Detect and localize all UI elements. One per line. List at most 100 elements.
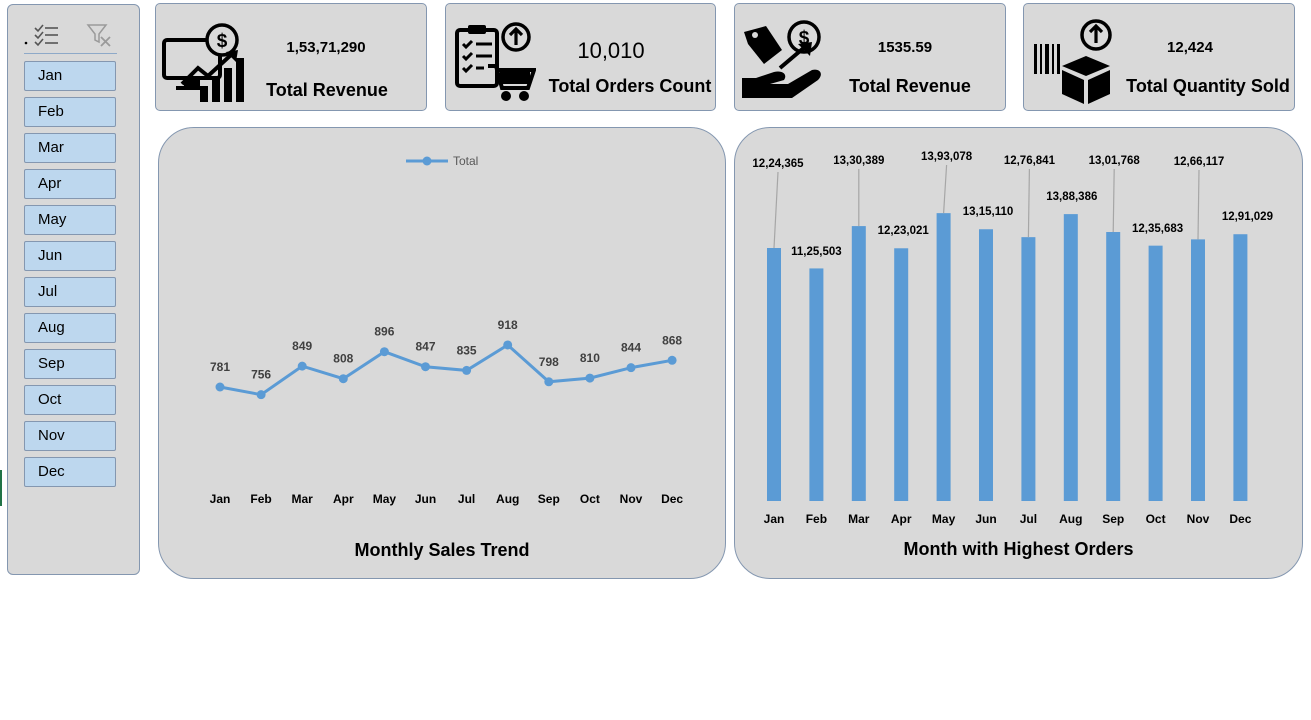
bar-chart: 12,24,365 Jan 11,25,503 Feb 13,30,389 Mar 12,2… (752, 151, 1273, 526)
data-label: 12,91,029 (1222, 211, 1273, 223)
x-tick-label: Jan (210, 492, 231, 506)
leader-line (1027, 168, 1030, 238)
x-tick-label: Nov (620, 492, 643, 506)
x-tick-label: Feb (250, 492, 271, 506)
x-tick-label: Sep (1102, 512, 1124, 526)
x-tick-label: Jul (1020, 512, 1037, 526)
highest-orders-panel: 12,24,365 Jan 11,25,503 Feb 13,30,389 Mar 12,2… (734, 127, 1303, 579)
x-tick-label: Nov (1187, 512, 1210, 526)
data-point (462, 365, 472, 375)
slicer-item-mar[interactable]: Mar (24, 133, 116, 163)
bar (1233, 234, 1248, 501)
chart-title: Monthly Sales Trend (354, 540, 530, 560)
leader-line (773, 171, 779, 249)
data-label: 12,66,117 (1174, 156, 1225, 168)
sheet-edge-marker (0, 470, 2, 506)
x-tick-label: Jun (415, 492, 436, 506)
x-tick-label: Jun (975, 512, 996, 526)
svg-text:$: $ (217, 31, 228, 52)
leader-line (1112, 168, 1115, 233)
data-point (256, 390, 266, 400)
clear-filter-icon[interactable] (86, 23, 112, 47)
data-point (667, 355, 677, 365)
leader-line (943, 164, 948, 214)
slicer-item-may[interactable]: May (24, 205, 116, 235)
bar (979, 229, 993, 501)
data-label: 13,15,110 (963, 206, 1014, 218)
data-label: 847 (415, 340, 435, 354)
data-label: 849 (292, 339, 312, 353)
data-point (503, 340, 513, 350)
x-tick-label: Oct (580, 492, 600, 506)
bar (809, 268, 824, 501)
monitor-revenue-chart-icon: $ (162, 23, 244, 102)
data-label: 896 (374, 325, 394, 339)
data-point (297, 361, 307, 371)
kpi-card-total-quantity: 12,424 Total Quantity Sold (1023, 3, 1295, 111)
bar (894, 248, 909, 501)
slicer-item-jul[interactable]: Jul (24, 277, 116, 307)
monthly-sales-trend-panel: Total 781 Jan 756 Feb 849 Mar 808 Apr 896 May 847 Ju… (158, 127, 726, 579)
data-point (585, 373, 595, 383)
multi-select-icon[interactable] (24, 23, 60, 47)
x-tick-label: May (932, 512, 956, 526)
kpi-value: 1,53,71,290 (286, 39, 366, 56)
month-slicer: Jan Feb Mar Apr May Jun Jul Aug Sep Oct Nov Dec (7, 4, 140, 575)
x-tick-label: Sep (538, 492, 560, 506)
slicer-item-sep[interactable]: Sep (24, 349, 116, 379)
slicer-item-oct[interactable]: Oct (24, 385, 116, 415)
hand-price-tag-icon: $ (742, 20, 821, 98)
data-label: 11,25,503 (791, 246, 842, 258)
chart-title: Month with Highest Orders (903, 539, 1134, 559)
kpi-card-average-revenue: $ 1535.59 Total Revenue (734, 3, 1006, 111)
slicer-item-apr[interactable]: Apr (24, 169, 116, 199)
data-label: 918 (498, 318, 518, 332)
data-point (379, 347, 389, 357)
kpi-label: Total Orders Count (548, 76, 712, 96)
x-tick-label: Feb (806, 512, 827, 526)
data-label: 835 (457, 343, 477, 357)
data-point (338, 374, 348, 384)
kpi-label: Total Quantity Sold (1126, 76, 1290, 96)
data-label: 13,93,078 (921, 151, 973, 163)
data-label: 13,30,389 (833, 155, 884, 167)
bar (936, 213, 951, 502)
legend-label: Total (453, 154, 478, 168)
kpi-value: 10,010 (577, 38, 645, 63)
data-label: 12,23,021 (878, 225, 930, 237)
x-tick-label: Dec (1229, 512, 1251, 526)
bar (767, 248, 781, 501)
bar (1021, 237, 1036, 501)
x-tick-label: Oct (1146, 512, 1166, 526)
x-tick-label: Apr (891, 512, 912, 526)
kpi-value: 12,424 (1167, 39, 1213, 56)
x-tick-label: Aug (1059, 512, 1082, 526)
data-point (215, 382, 225, 392)
data-label: 798 (539, 355, 559, 369)
kpi-label: Total Revenue (266, 80, 388, 100)
x-tick-label: Jan (764, 512, 785, 526)
x-tick-label: May (373, 492, 397, 506)
slicer-item-jan[interactable]: Jan (24, 61, 116, 91)
data-label: 12,35,683 (1132, 223, 1183, 235)
kpi-label: Total Revenue (849, 76, 971, 96)
bar (1191, 239, 1205, 501)
data-label: 868 (662, 333, 682, 347)
slicer-item-dec[interactable]: Dec (24, 457, 116, 487)
slicer-item-aug[interactable]: Aug (24, 313, 116, 343)
data-label: 756 (251, 368, 271, 382)
x-tick-label: Apr (333, 492, 354, 506)
clipboard-cart-icon (455, 22, 536, 101)
legend-marker (422, 156, 432, 166)
bar (1063, 214, 1078, 502)
slicer-item-nov[interactable]: Nov (24, 421, 116, 451)
data-label: 808 (333, 352, 353, 366)
x-tick-label: Mar (848, 512, 870, 526)
slicer-item-feb[interactable]: Feb (24, 97, 116, 127)
kpi-card-total-revenue: $ 1,53,71,290 Total Revenue (155, 3, 427, 111)
data-label: 810 (580, 351, 600, 365)
data-label: 12,76,841 (1004, 155, 1056, 167)
slicer-item-jun[interactable]: Jun (24, 241, 116, 271)
slicer-header (24, 17, 117, 54)
barcode-box-icon (1034, 19, 1112, 104)
